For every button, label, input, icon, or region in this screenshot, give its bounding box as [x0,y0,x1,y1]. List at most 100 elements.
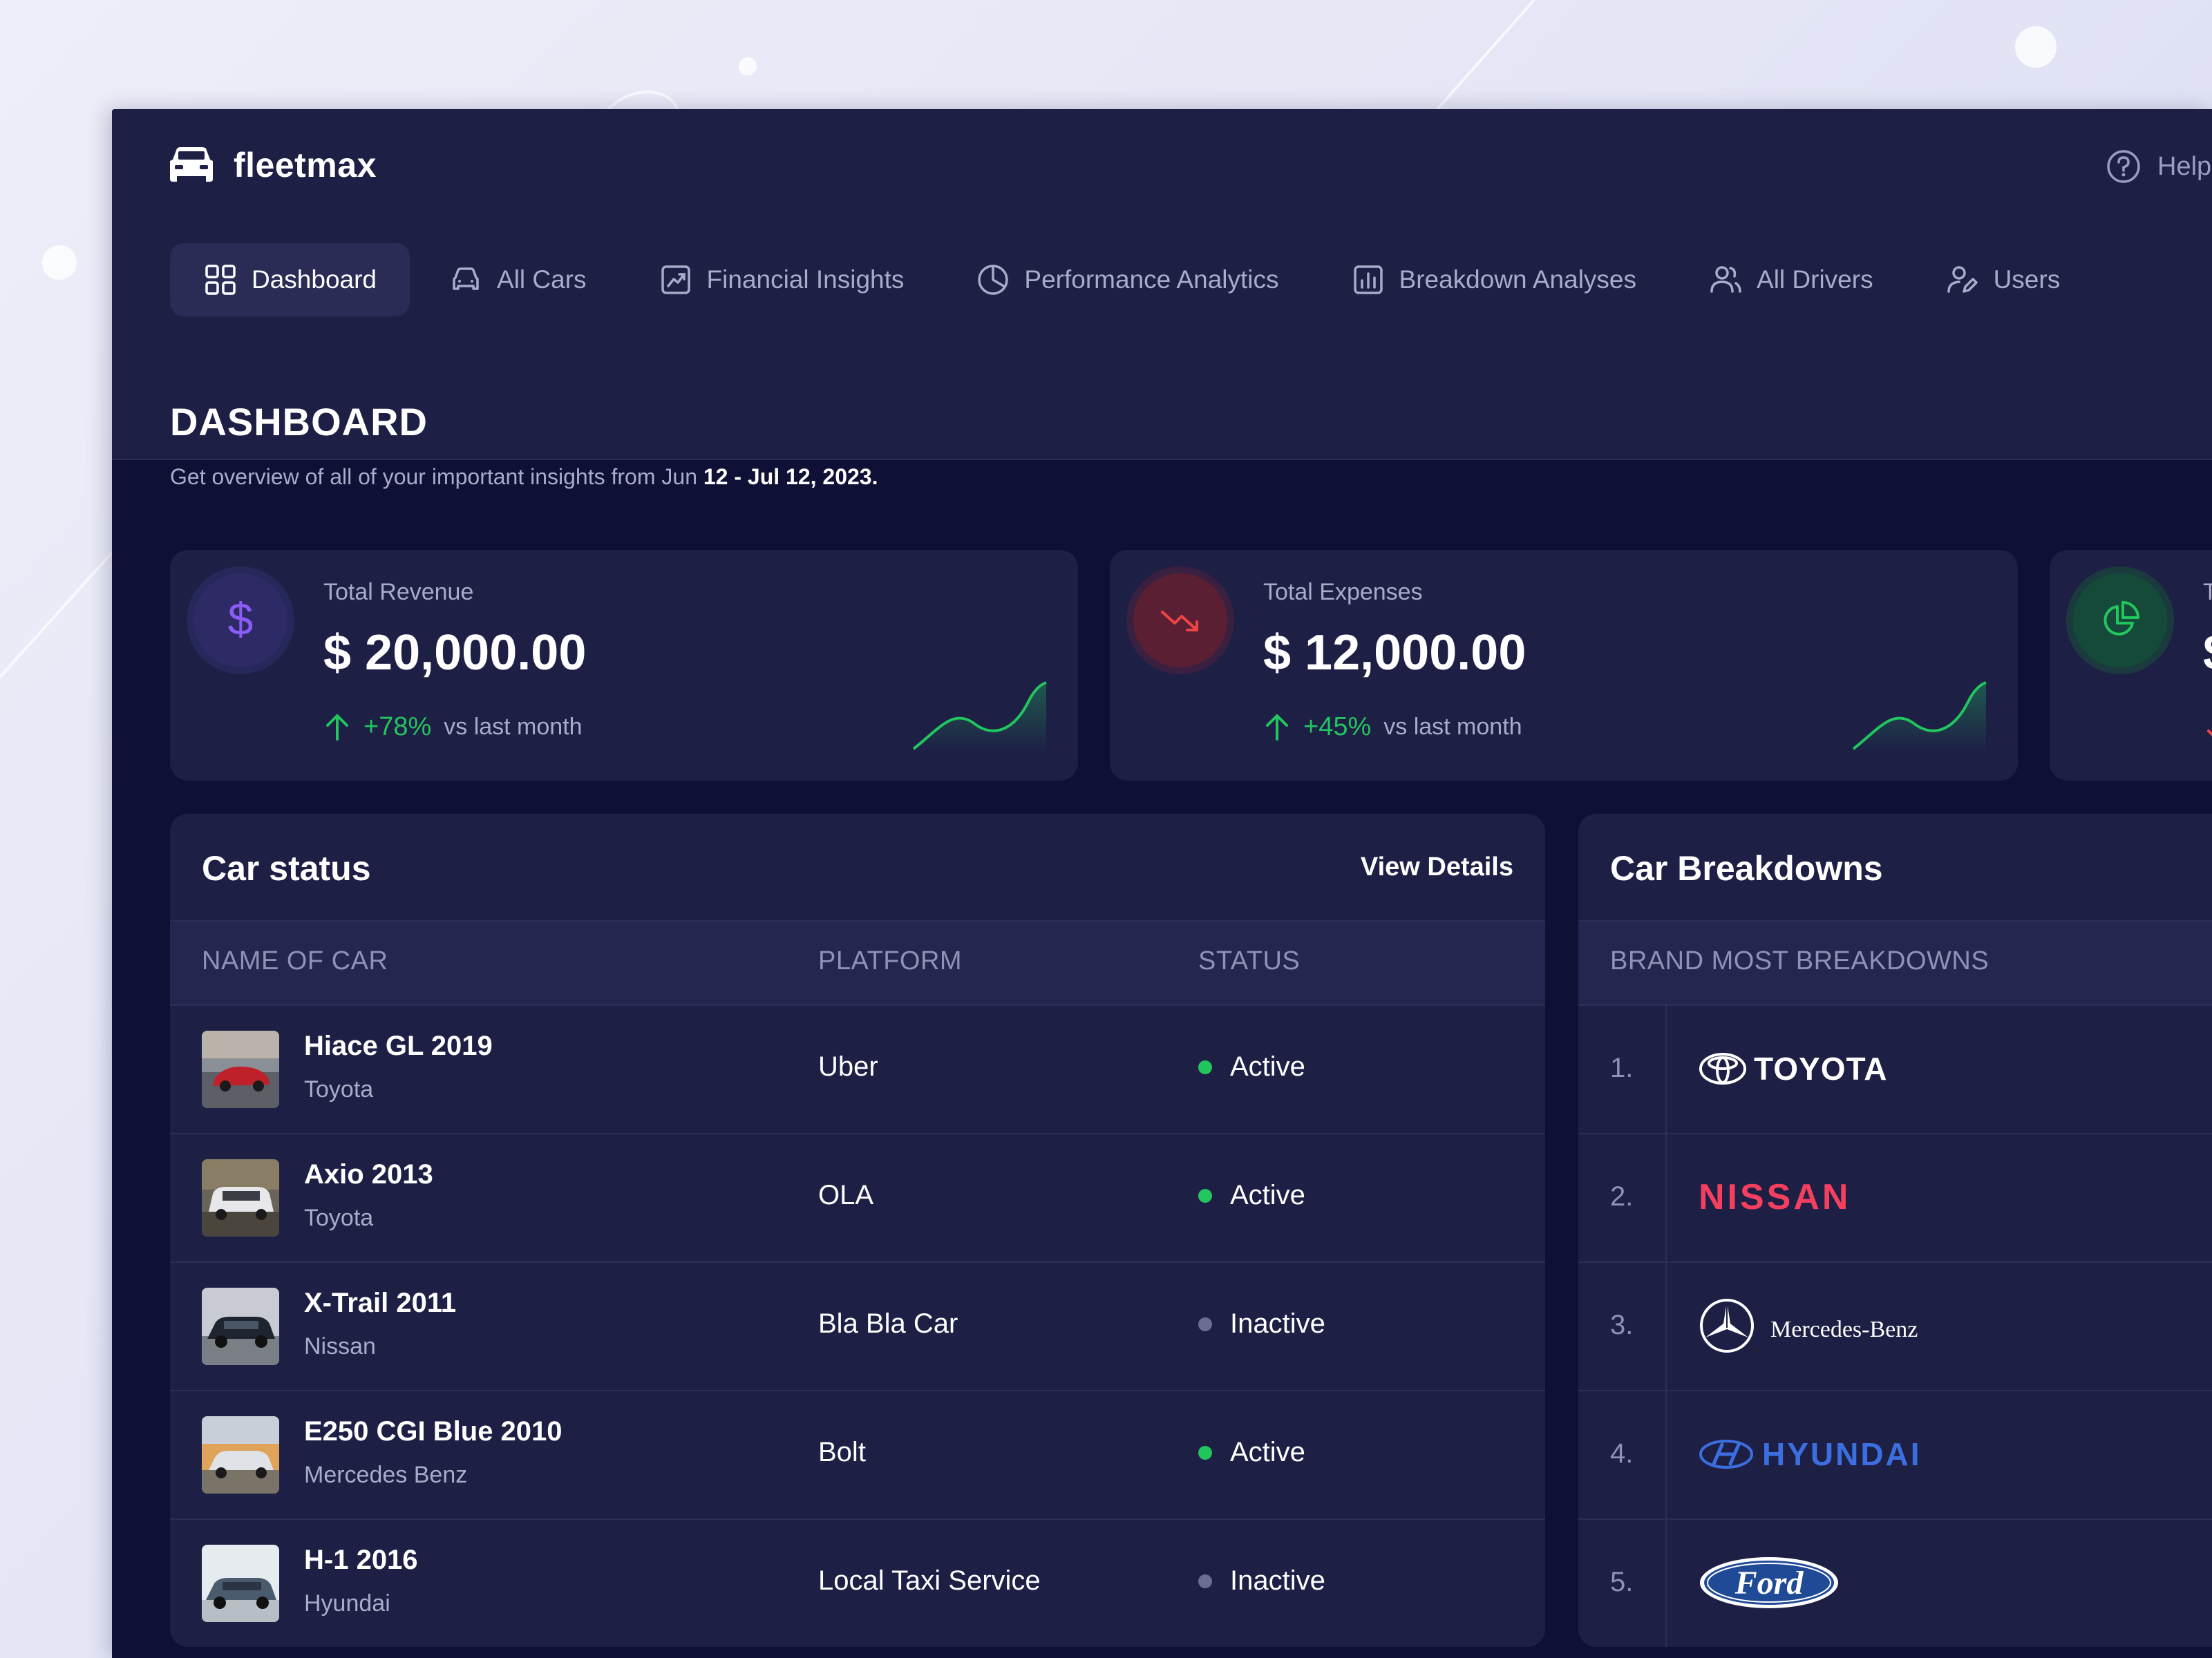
main-nav: Dashboard All Cars Financial Insights Pe… [170,243,2099,316]
nav-label: Users [1993,265,2061,294]
kpi-card-expenses[interactable]: Total Expenses $ 12,000.00 +45% vs last … [1110,550,2018,781]
table-row[interactable]: X-Trail 2011 Nissan Bla Bla Car Inactive [170,1261,1545,1391]
list-item[interactable]: 5. Ford [1578,1518,2212,1647]
table-row[interactable]: E250 CGI Blue 2010 Mercedes Benz Bolt Ac… [170,1390,1545,1520]
status-dot [1198,1574,1212,1588]
list-item[interactable]: 2. NISSAN [1578,1133,2212,1263]
mercedes-logo: Mercedes-Benz [1699,1261,1918,1390]
brand-wordmark: HYUNDAI [1762,1436,1922,1472]
kpi-label: Total Expenses [1263,579,1423,605]
car-platform: Local Taxi Service [818,1565,1041,1596]
list-item[interactable]: 1. TOYOTA [1578,1004,2212,1134]
brand-wordmark: Ford [1734,1564,1804,1601]
kpi-card-third[interactable]: T $ [2050,550,2212,781]
date-range: 12 - Jul 12, 2023. [703,464,878,489]
status-text: Active [1230,1437,1305,1467]
kpi-change: +45% [1303,712,1372,741]
car-breakdowns-panel: Car Breakdowns BRAND MOST BREAKDOWNS 1. … [1578,814,2212,1647]
kpi-icon-wrap [1133,573,1227,667]
brand-wordmark: TOYOTA [1754,1051,1888,1087]
panel-title: Car status [202,849,371,888]
car-name: Axio 2013 [304,1159,433,1190]
toyota-emblem-icon [1699,1053,1746,1085]
trend-down-icon [2207,730,2212,736]
car-brand: Toyota [304,1205,374,1231]
nav-item-financial-insights[interactable]: Financial Insights [625,243,938,316]
hyundai-logo: HYUNDAI [1699,1390,1922,1518]
car-thumbnail [202,1416,279,1494]
user-edit-icon [1947,266,1978,293]
table-row[interactable]: Axio 2013 Toyota OLA Active [170,1133,1545,1263]
rank-number: 3. [1610,1310,1634,1340]
hyundai-emblem-icon [1699,1440,1753,1469]
mercedes-star-icon [1700,1299,1754,1353]
car-thumbnail [202,1288,279,1365]
bar-chart-icon [1353,265,1383,294]
column-header-status[interactable]: STATUS [1198,946,1300,976]
app-name: fleetmax [234,146,377,184]
status-badge: Inactive [1198,1308,1325,1340]
list-item[interactable]: 3. Mercedes-Benz [1578,1261,2212,1391]
nissan-logo: NISSAN [1699,1133,1851,1261]
car-icon [453,267,479,290]
status-badge: Inactive [1198,1565,1325,1597]
kpi-label: T [2203,579,2212,605]
car-name: Hiace GL 2019 [304,1031,493,1061]
nav-label: Dashboard [252,265,377,294]
kpi-compare: vs last month [1383,713,1522,740]
table-header: NAME OF CAR PLATFORM STATUS [170,920,1545,1006]
nav-item-dashboard[interactable]: Dashboard [170,243,410,316]
view-details-link[interactable]: View Details [1361,852,1513,882]
pie-chart-icon [978,265,1009,295]
panel-title: Car Breakdowns [1610,849,1883,888]
toyota-logo: TOYOTA [1699,1004,1887,1133]
car-logo-icon [170,147,213,182]
users-icon [1710,266,1741,293]
nav-label: Performance Analytics [1024,265,1279,294]
car-name: X-Trail 2011 [304,1288,457,1318]
svg-text:$: $ [228,596,254,645]
kpi-change: +78% [363,712,432,741]
kpi-card-revenue[interactable]: $ Total Revenue $ 20,000.00 +78% vs last… [170,550,1078,781]
car-platform: Bolt [818,1437,866,1467]
car-brand: Toyota [304,1076,374,1103]
app-window: fleetmax Help Dashboard All Cars Financi… [112,109,2212,1658]
status-text: Active [1230,1180,1305,1210]
status-dot [1198,1317,1212,1331]
column-header-name[interactable]: NAME OF CAR [202,946,388,976]
nav-item-all-drivers[interactable]: All Drivers [1675,243,1907,316]
car-thumbnail [202,1031,279,1108]
table-row[interactable]: H-1 2016 Hyundai Local Taxi Service Inac… [170,1518,1545,1647]
top-bar [112,109,2212,231]
list-item[interactable]: 4. HYUNDAI [1578,1390,2212,1520]
page-subtitle: Get overview of all of your important in… [170,464,878,490]
brand-wordmark: NISSAN [1699,1177,1851,1217]
nav-item-users[interactable]: Users [1912,243,2094,316]
nav-item-breakdown-analyses[interactable]: Breakdown Analyses [1318,243,1670,316]
car-thumbnail [202,1159,279,1237]
brand-wordmark: Mercedes-Benz [1770,1317,1918,1342]
kpi-label: Total Revenue [323,579,474,605]
kpi-value: $ 20,000.00 [323,625,587,680]
status-badge: Active [1198,1051,1305,1083]
dollar-icon: $ [228,596,254,645]
kpi-trend: +78% vs last month [323,712,583,742]
chart-line-icon [661,265,690,294]
table-row[interactable]: Hiace GL 2019 Toyota Uber Active [170,1004,1545,1134]
help-link[interactable]: Help [2106,149,2211,184]
sparkline [1852,681,1987,753]
ford-logo: Ford [1699,1518,1840,1647]
car-brand: Hyundai [304,1590,390,1617]
nav-item-all-cars[interactable]: All Cars [415,243,620,316]
car-platform: Bla Bla Car [818,1308,958,1339]
column-header-platform[interactable]: PLATFORM [818,946,962,976]
status-text: Active [1230,1051,1305,1082]
subtitle-text: Get overview of all of your important in… [170,464,697,489]
status-dot [1198,1060,1212,1074]
status-dot [1198,1188,1212,1203]
nav-item-performance-analytics[interactable]: Performance Analytics [943,243,1312,316]
kpi-value: $ 12,000.00 [1263,625,1526,680]
rank-number: 2. [1610,1181,1634,1212]
brand[interactable]: fleetmax [169,145,377,185]
column-header-brand[interactable]: BRAND MOST BREAKDOWNS [1610,946,1989,976]
